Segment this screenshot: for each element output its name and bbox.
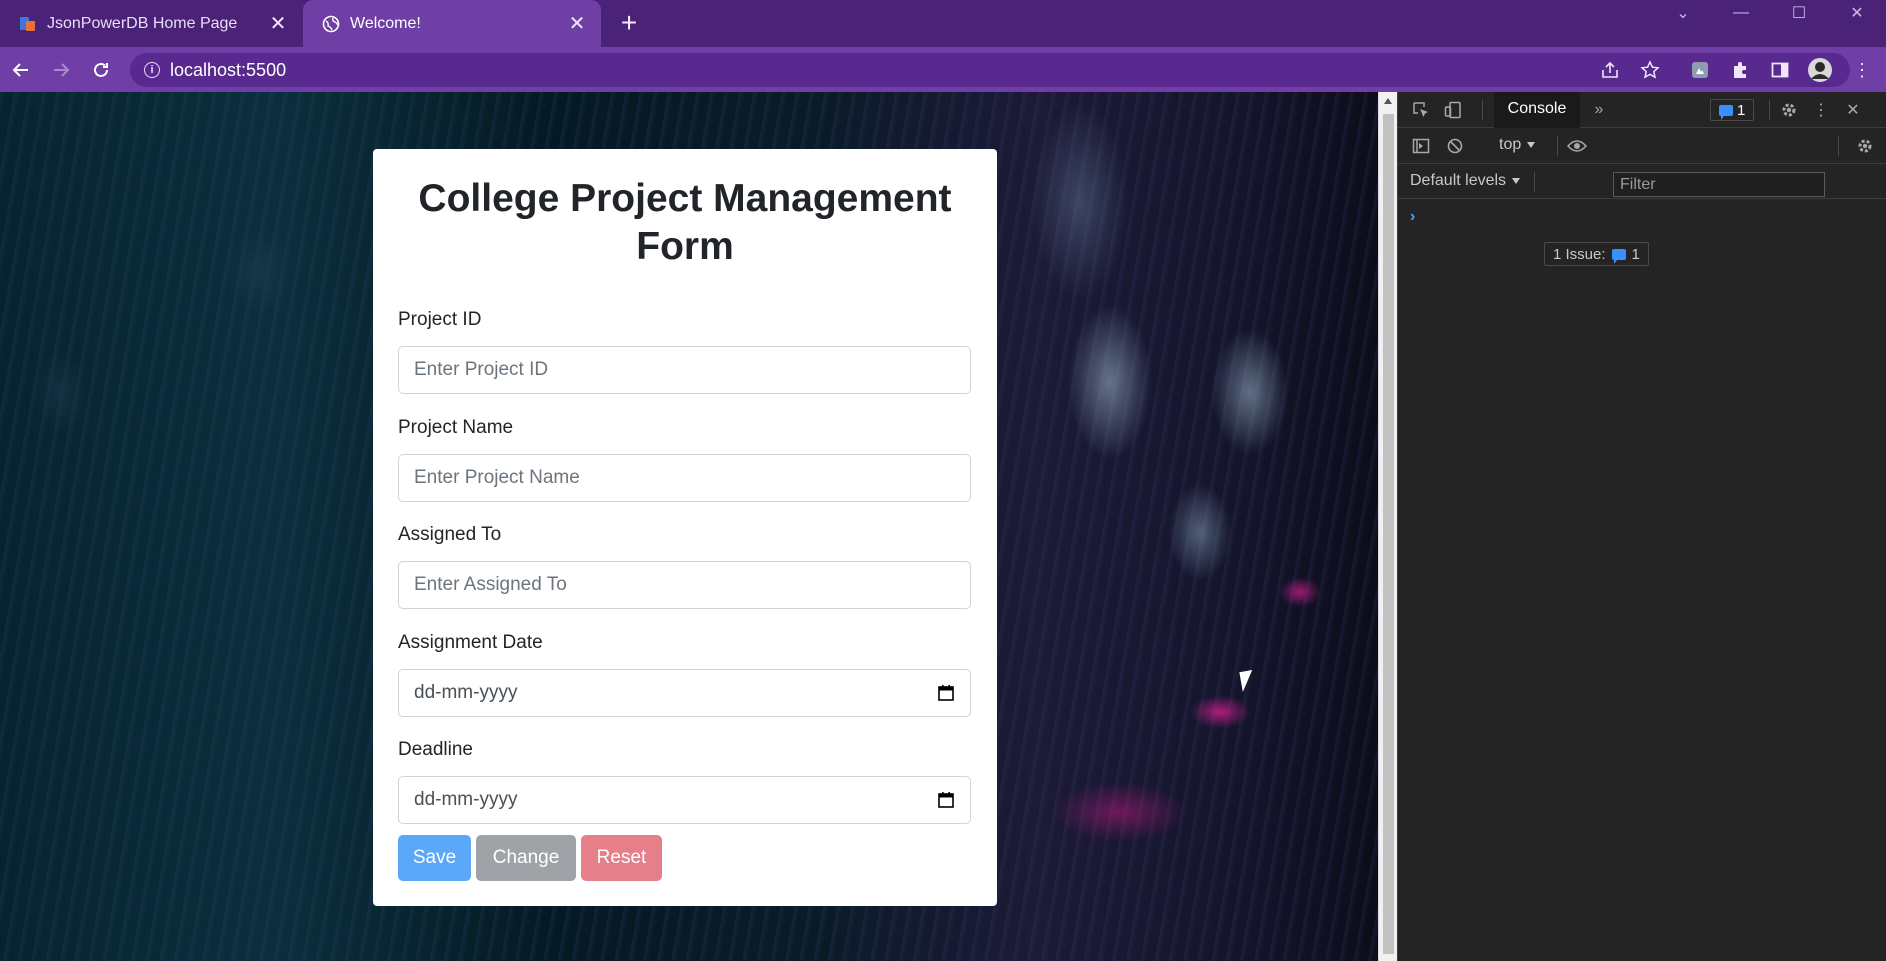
side-panel-icon[interactable]	[1766, 56, 1794, 84]
devtools-tabbar: Console » 1 ⋮ ✕	[1398, 92, 1886, 128]
console-toolbar: top Filter	[1398, 128, 1886, 197]
form-title: College Project Management Form	[418, 177, 952, 268]
tab-strip: JsonPowerDB Home Page ✕ Welcome! ✕ + ⌄ —…	[0, 0, 1886, 47]
assignment-date-label: Assignment Date	[398, 632, 543, 653]
inspect-element-icon[interactable]	[1410, 99, 1432, 121]
separator	[1534, 172, 1535, 192]
deadline-input[interactable]: dd-mm-yyyy	[398, 776, 971, 824]
assignment-date-placeholder: dd-mm-yyyy	[414, 682, 518, 703]
dropdown-caret-icon	[1527, 142, 1536, 148]
console-settings-gear-icon[interactable]	[1854, 135, 1876, 157]
project-id-placeholder: Enter Project ID	[414, 359, 549, 380]
minimize-icon[interactable]: —	[1712, 0, 1770, 26]
tab-welcome[interactable]: Welcome! ✕	[303, 0, 601, 47]
scrollbar-thumb[interactable]	[1383, 114, 1394, 954]
more-tabs-icon[interactable]: »	[1588, 99, 1610, 121]
tab-search-icon[interactable]: ⌄	[1654, 0, 1712, 26]
message-icon	[1611, 248, 1626, 264]
devtools-menu-icon[interactable]: ⋮	[1810, 99, 1832, 121]
project-name-input[interactable]: Enter Project Name	[398, 454, 971, 502]
message-icon	[1719, 104, 1733, 120]
issues-counter-button[interactable]: 1 Issue: 1	[1544, 242, 1649, 266]
address-bar[interactable]: i localhost:5500	[130, 53, 1850, 87]
assigned-to-input[interactable]: Enter Assigned To	[398, 561, 971, 609]
browser-toolbar: i localhost:5500 ⋮	[0, 47, 1886, 92]
assigned-to-placeholder: Enter Assigned To	[414, 574, 567, 595]
project-id-input[interactable]: Enter Project ID	[398, 346, 971, 394]
issues-badge-count: 1	[1737, 101, 1746, 119]
settings-gear-icon[interactable]	[1778, 99, 1800, 121]
live-expression-eye-icon[interactable]	[1566, 135, 1588, 157]
new-tab-button[interactable]: +	[614, 9, 644, 38]
forward-icon[interactable]	[46, 55, 76, 85]
issues-badge-button[interactable]: 1	[1710, 99, 1755, 121]
issues-count: 1	[1631, 245, 1640, 263]
close-window-icon[interactable]: ✕	[1828, 0, 1886, 26]
jsonpowerdb-favicon-icon	[19, 15, 37, 33]
reload-icon[interactable]	[86, 55, 116, 85]
assignment-date-input[interactable]: dd-mm-yyyy	[398, 669, 971, 717]
tab-title: JsonPowerDB Home Page	[47, 14, 238, 32]
tab-close-icon[interactable]: ✕	[565, 12, 589, 36]
deadline-placeholder: dd-mm-yyyy	[414, 789, 518, 810]
project-id-label: Project ID	[398, 309, 482, 330]
page-scrollbar[interactable]	[1378, 92, 1397, 961]
separator	[1838, 136, 1839, 156]
console-levels-bar: Default levels 1 Issue: 1	[1398, 164, 1886, 266]
reset-button[interactable]: Reset	[581, 835, 662, 881]
deadline-label: Deadline	[398, 739, 473, 760]
tab-jsonpowerdb[interactable]: JsonPowerDB Home Page ✕	[0, 0, 302, 47]
share-icon[interactable]	[1596, 56, 1624, 84]
console-prompt[interactable]: ›	[1410, 208, 1415, 226]
bookmark-star-icon[interactable]	[1636, 56, 1664, 84]
separator	[1557, 136, 1558, 156]
clear-console-icon[interactable]	[1444, 135, 1466, 157]
close-devtools-icon[interactable]: ✕	[1842, 99, 1864, 121]
assigned-to-label: Assigned To	[398, 524, 502, 545]
maximize-icon[interactable]: ☐	[1770, 0, 1828, 26]
calendar-icon[interactable]	[937, 684, 955, 702]
issues-label: 1 Issue:	[1553, 245, 1606, 263]
profile-avatar[interactable]	[1806, 56, 1834, 84]
separator	[1482, 100, 1483, 120]
separator	[1769, 100, 1770, 120]
window-controls: ⌄ — ☐ ✕	[1654, 0, 1886, 26]
project-name-placeholder: Enter Project Name	[414, 467, 580, 488]
globe-icon	[322, 15, 340, 33]
page-viewport: College Project Management Form Project …	[0, 92, 1378, 961]
extensions-puzzle-icon[interactable]	[1726, 56, 1754, 84]
project-form-card: College Project Management Form Project …	[373, 149, 997, 906]
tab-console[interactable]: Console	[1494, 92, 1580, 128]
tab-title: Welcome!	[350, 14, 421, 32]
log-levels-dropdown[interactable]: Default levels	[1410, 172, 1521, 190]
tab-close-icon[interactable]: ✕	[266, 12, 290, 36]
mouse-cursor	[1239, 670, 1256, 692]
change-button[interactable]: Change	[476, 835, 576, 881]
context-selector[interactable]: top	[1499, 136, 1536, 154]
sidebar-toggle-icon[interactable]	[1410, 135, 1432, 157]
extension-app-icon[interactable]	[1686, 56, 1714, 84]
context-selector-label: top	[1499, 136, 1522, 153]
save-button[interactable]: Save	[398, 835, 471, 881]
project-name-label: Project Name	[398, 417, 514, 438]
back-icon[interactable]	[6, 55, 36, 85]
browser-menu-icon[interactable]: ⋮	[1848, 56, 1876, 84]
calendar-icon[interactable]	[937, 791, 955, 809]
scroll-up-arrow-icon[interactable]	[1384, 98, 1392, 104]
devtools-panel: Console » 1 ⋮ ✕ top Filter Default level…	[1397, 92, 1886, 961]
site-info-icon[interactable]: i	[144, 62, 160, 78]
log-levels-label: Default levels	[1410, 172, 1507, 189]
device-toolbar-icon[interactable]	[1442, 99, 1464, 121]
dropdown-caret-icon	[1512, 178, 1521, 184]
